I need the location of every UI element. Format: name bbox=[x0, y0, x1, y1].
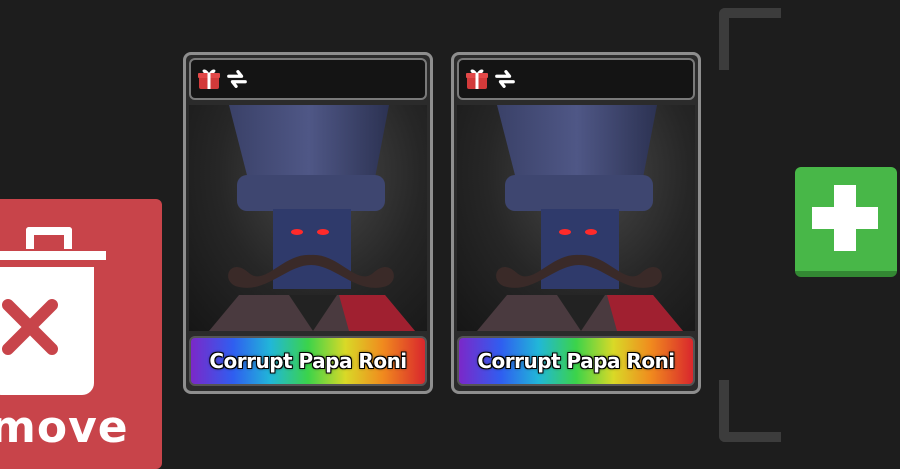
item-name: Corrupt Papa Roni bbox=[477, 349, 675, 373]
empty-slot-bracket-top bbox=[719, 8, 781, 70]
item-image bbox=[457, 105, 695, 331]
add-button[interactable] bbox=[795, 167, 897, 277]
item-card[interactable]: Corrupt Papa Roni bbox=[183, 52, 433, 394]
remove-label: move bbox=[0, 402, 129, 453]
gift-icon bbox=[466, 69, 488, 89]
item-name-plate: Corrupt Papa Roni bbox=[457, 336, 695, 386]
gift-icon bbox=[198, 69, 220, 89]
item-name-plate: Corrupt Papa Roni bbox=[189, 336, 427, 386]
empty-slot-bracket-bottom bbox=[719, 380, 781, 442]
trash-icon bbox=[0, 267, 94, 395]
card-header bbox=[189, 58, 427, 100]
item-name: Corrupt Papa Roni bbox=[209, 349, 407, 373]
item-image bbox=[189, 105, 427, 331]
trade-icon bbox=[495, 70, 515, 88]
item-card[interactable]: Corrupt Papa Roni bbox=[451, 52, 701, 394]
trade-icon bbox=[227, 70, 247, 88]
x-icon bbox=[2, 299, 58, 355]
trash-lid bbox=[0, 227, 106, 260]
card-header bbox=[457, 58, 695, 100]
plus-icon-bar bbox=[812, 207, 878, 229]
remove-button[interactable]: move bbox=[0, 199, 162, 469]
